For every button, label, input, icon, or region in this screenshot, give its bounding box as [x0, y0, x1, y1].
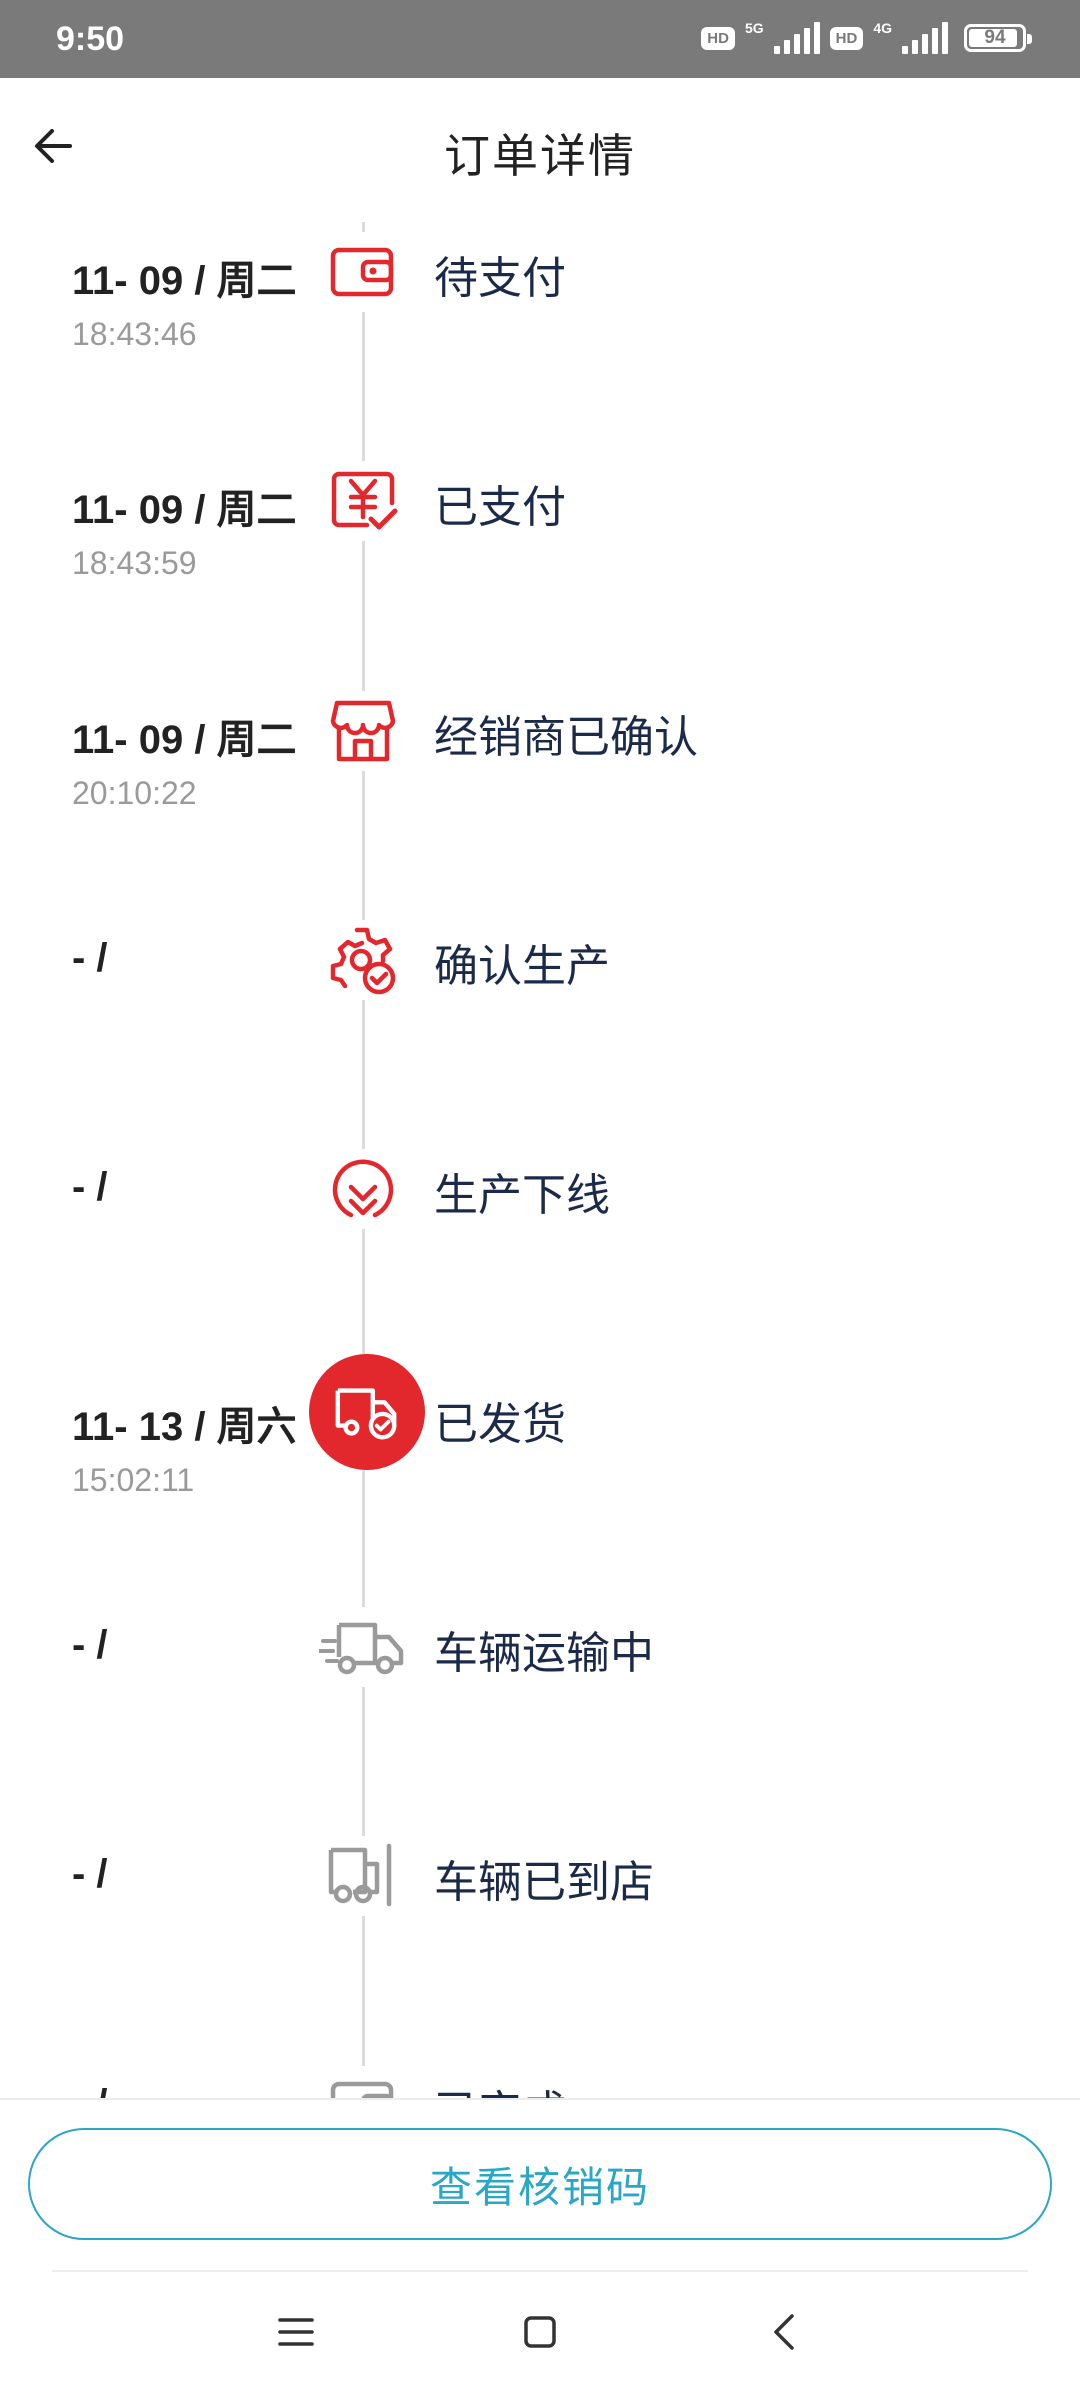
step-label: 确认生产	[434, 942, 610, 991]
menu-button[interactable]	[266, 2302, 326, 2362]
step-time: 20:10:22	[72, 775, 197, 811]
step-time: 18:43:59	[72, 545, 197, 581]
system-back-button[interactable]	[756, 2302, 816, 2362]
step-label: 已支付	[434, 483, 566, 532]
step-label: 已发货	[434, 1400, 566, 1449]
step-label: 待支付	[434, 254, 566, 303]
hd-badge: HD	[701, 26, 735, 50]
signal-icon	[773, 22, 820, 54]
step-label: 车辆运输中	[434, 1629, 654, 1678]
step-label: 车辆已到店	[434, 1858, 654, 1907]
status-icons: HD 5G HD 4G 94	[701, 18, 1032, 58]
timeline-step-paid: 11- 09 / 周二 18:43:59 已支付	[0, 461, 1080, 707]
battery-level: 94	[984, 27, 1006, 48]
download-circle-icon	[323, 1149, 403, 1229]
system-nav-bar	[0, 2272, 1080, 2400]
timeline-step-dealer-confirmed: 11- 09 / 周二 20:10:22 经销商已确认	[0, 691, 1080, 937]
timeline-step-production-offline: - / 生产下线	[0, 1149, 1080, 1395]
status-time: 9:50	[56, 20, 125, 58]
back-chevron-icon	[774, 2314, 794, 2350]
timeline-step-in-transit: - / 车辆运输中	[0, 1607, 1080, 1853]
view-verification-code-button[interactable]: 查看核销码	[28, 2128, 1052, 2240]
step-date: 11- 09 / 周二	[72, 259, 297, 303]
timeline-step-completed: - / 已完成	[0, 2066, 1080, 2098]
step-date: - /	[72, 936, 108, 980]
home-button[interactable]	[510, 2302, 570, 2362]
network-5g-label: 5G	[744, 20, 764, 36]
paid-yen-icon	[323, 461, 403, 541]
timeline-step-shipped: 11- 13 / 周六 15:02:11 已发货	[0, 1354, 1080, 1624]
step-label: 已完成	[434, 2076, 566, 2098]
truck-moving-icon	[316, 1607, 412, 1687]
step-time: 18:43:46	[72, 316, 197, 352]
status-bar: 9:50 HD 5G HD 4G 94	[0, 0, 1080, 78]
battery-icon: 94	[964, 24, 1032, 52]
hd-badge-2: HD	[829, 26, 864, 50]
store-icon	[323, 691, 403, 771]
step-date: 11- 13 / 周六	[72, 1405, 297, 1449]
wallet-icon	[323, 2066, 403, 2098]
app-header: 订单详情	[0, 78, 1080, 222]
timeline-step-arrived-store: - / 车辆已到店	[0, 1836, 1080, 2082]
step-time: 15:02:11	[72, 1462, 195, 1498]
step-date: - /	[72, 1165, 108, 1209]
menu-icon	[278, 2318, 314, 2346]
step-label: 经销商已确认	[434, 713, 698, 762]
truck-check-icon	[309, 1354, 425, 1470]
gear-check-icon	[323, 920, 403, 1000]
step-date: - /	[72, 1623, 108, 1667]
page-title: 订单详情	[444, 130, 636, 182]
timeline-step-confirm-production: - / 确认生产	[0, 920, 1080, 1166]
step-label: 生产下线	[434, 1171, 610, 1220]
step-date: - /	[72, 1852, 108, 1896]
order-timeline[interactable]: 11- 09 / 周二 18:43:46 待支付 11- 09 / 周二 18:…	[0, 222, 1080, 2098]
step-date: 11- 09 / 周二	[72, 488, 297, 532]
step-date: - /	[72, 2082, 108, 2098]
timeline-step-pending-payment: 11- 09 / 周二 18:43:46 待支付	[0, 232, 1080, 478]
network-4g-label: 4G	[873, 20, 892, 36]
home-square-icon	[524, 2316, 556, 2348]
wallet-icon	[323, 232, 403, 312]
truck-arrived-icon	[323, 1836, 403, 1916]
step-date: 11- 09 / 周二	[72, 718, 297, 762]
signal-icon-2	[902, 22, 948, 54]
